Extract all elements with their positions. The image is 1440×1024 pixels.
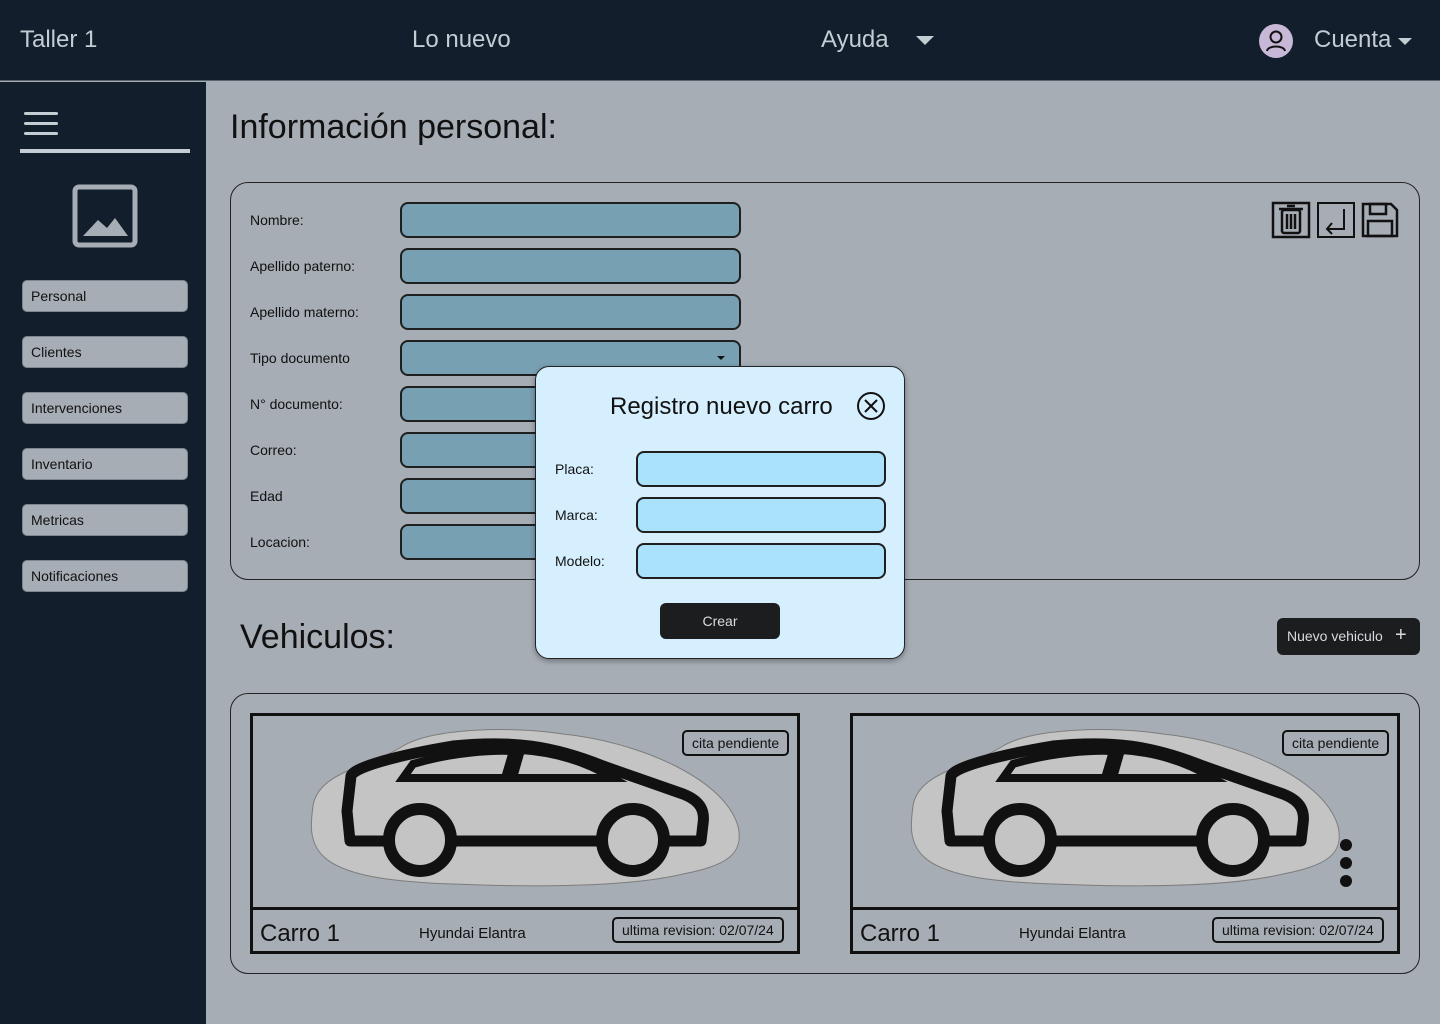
field-label-edad: Edad [250,488,283,504]
vehicle-model: Hyundai Elantra [1019,925,1126,942]
vehicle-name: Carro 1 [260,920,341,947]
modal-title: Registro nuevo carro [610,393,833,420]
new-vehicle-label: Nuevo vehiculo [1287,628,1383,644]
close-icon[interactable] [856,391,886,421]
image-placeholder-icon[interactable] [72,184,138,248]
field-label-correo: Correo: [250,442,297,458]
revision-badge: ultima revision: 02/07/24 [612,917,784,943]
revision-badge: ultima revision: 02/07/24 [1212,917,1384,943]
help-menu[interactable]: Ayuda [821,26,889,54]
field-label-nombre: Nombre: [250,212,304,228]
vehicle-model: Hyundai Elantra [419,925,526,942]
account-menu[interactable]: Cuenta [1314,26,1391,54]
sidebar-item-inventario[interactable]: Inventario [22,448,188,480]
vehicles-title: Vehiculos: [240,618,395,656]
sidebar-divider [20,149,190,153]
nombre-input[interactable] [400,202,741,238]
import-icon[interactable] [1316,201,1356,239]
sidebar-item-clientes[interactable]: Clientes [22,336,188,368]
chevron-down-icon [717,356,725,360]
field-label-apellido-materno: Apellido materno: [250,304,359,320]
apellido-materno-input[interactable] [400,294,741,330]
sidebar-item-intervenciones[interactable]: Intervenciones [22,392,188,424]
sidebar-item-notificaciones[interactable]: Notificaciones [22,560,188,592]
save-icon[interactable] [1360,201,1400,239]
field-label-locacion: Locacion: [250,534,310,550]
placa-input[interactable] [636,451,886,487]
user-avatar-icon[interactable] [1259,24,1293,58]
modal-label-marca: Marca: [555,507,598,523]
page-title: Información personal: [230,108,557,146]
vehicle-name: Carro 1 [860,920,941,947]
status-badge: cita pendiente [682,730,790,756]
modal-label-placa: Placa: [555,461,594,477]
plus-icon: + [1395,624,1407,646]
new-car-modal: Registro nuevo carro Placa: Marca: Model… [535,366,905,659]
field-label-tipo-documento: Tipo documento [250,350,350,366]
sidebar-item-personal[interactable]: Personal [22,280,188,312]
top-bar: Taller 1 Lo nuevo Ayuda Cuenta [0,0,1440,81]
vehicle-card-footer: Carro 1 Hyundai Elantra ultima revision:… [853,907,1397,951]
apellido-paterno-input[interactable] [400,248,741,284]
vehicle-card-footer: Carro 1 Hyundai Elantra ultima revision:… [253,907,797,951]
sidebar-item-metricas[interactable]: Metricas [22,504,188,536]
vehicle-card[interactable]: cita pendiente Carro 1 Hyundai Elantra u… [850,713,1400,954]
help-chevron-down-icon[interactable] [916,36,934,45]
new-vehicle-button[interactable]: Nuevo vehiculo + [1277,618,1420,655]
brand-title[interactable]: Taller 1 [20,26,97,54]
sidebar [0,82,206,1024]
field-label-apellido-paterno: Apellido paterno: [250,258,356,274]
modal-label-modelo: Modelo: [555,553,605,569]
field-label-numero-documento: N° documento: [250,396,343,412]
account-chevron-down-icon[interactable] [1398,38,1412,45]
modelo-input[interactable] [636,543,886,579]
trash-icon[interactable] [1271,201,1311,239]
more-options-icon[interactable] [1339,838,1353,888]
status-badge: cita pendiente [1282,730,1390,756]
nav-link-new[interactable]: Lo nuevo [412,26,511,54]
hamburger-menu-icon[interactable] [24,112,58,136]
marca-input[interactable] [636,497,886,533]
vehicle-card[interactable]: cita pendiente Carro 1 Hyundai Elantra u… [250,713,800,954]
create-button[interactable]: Crear [660,603,780,639]
